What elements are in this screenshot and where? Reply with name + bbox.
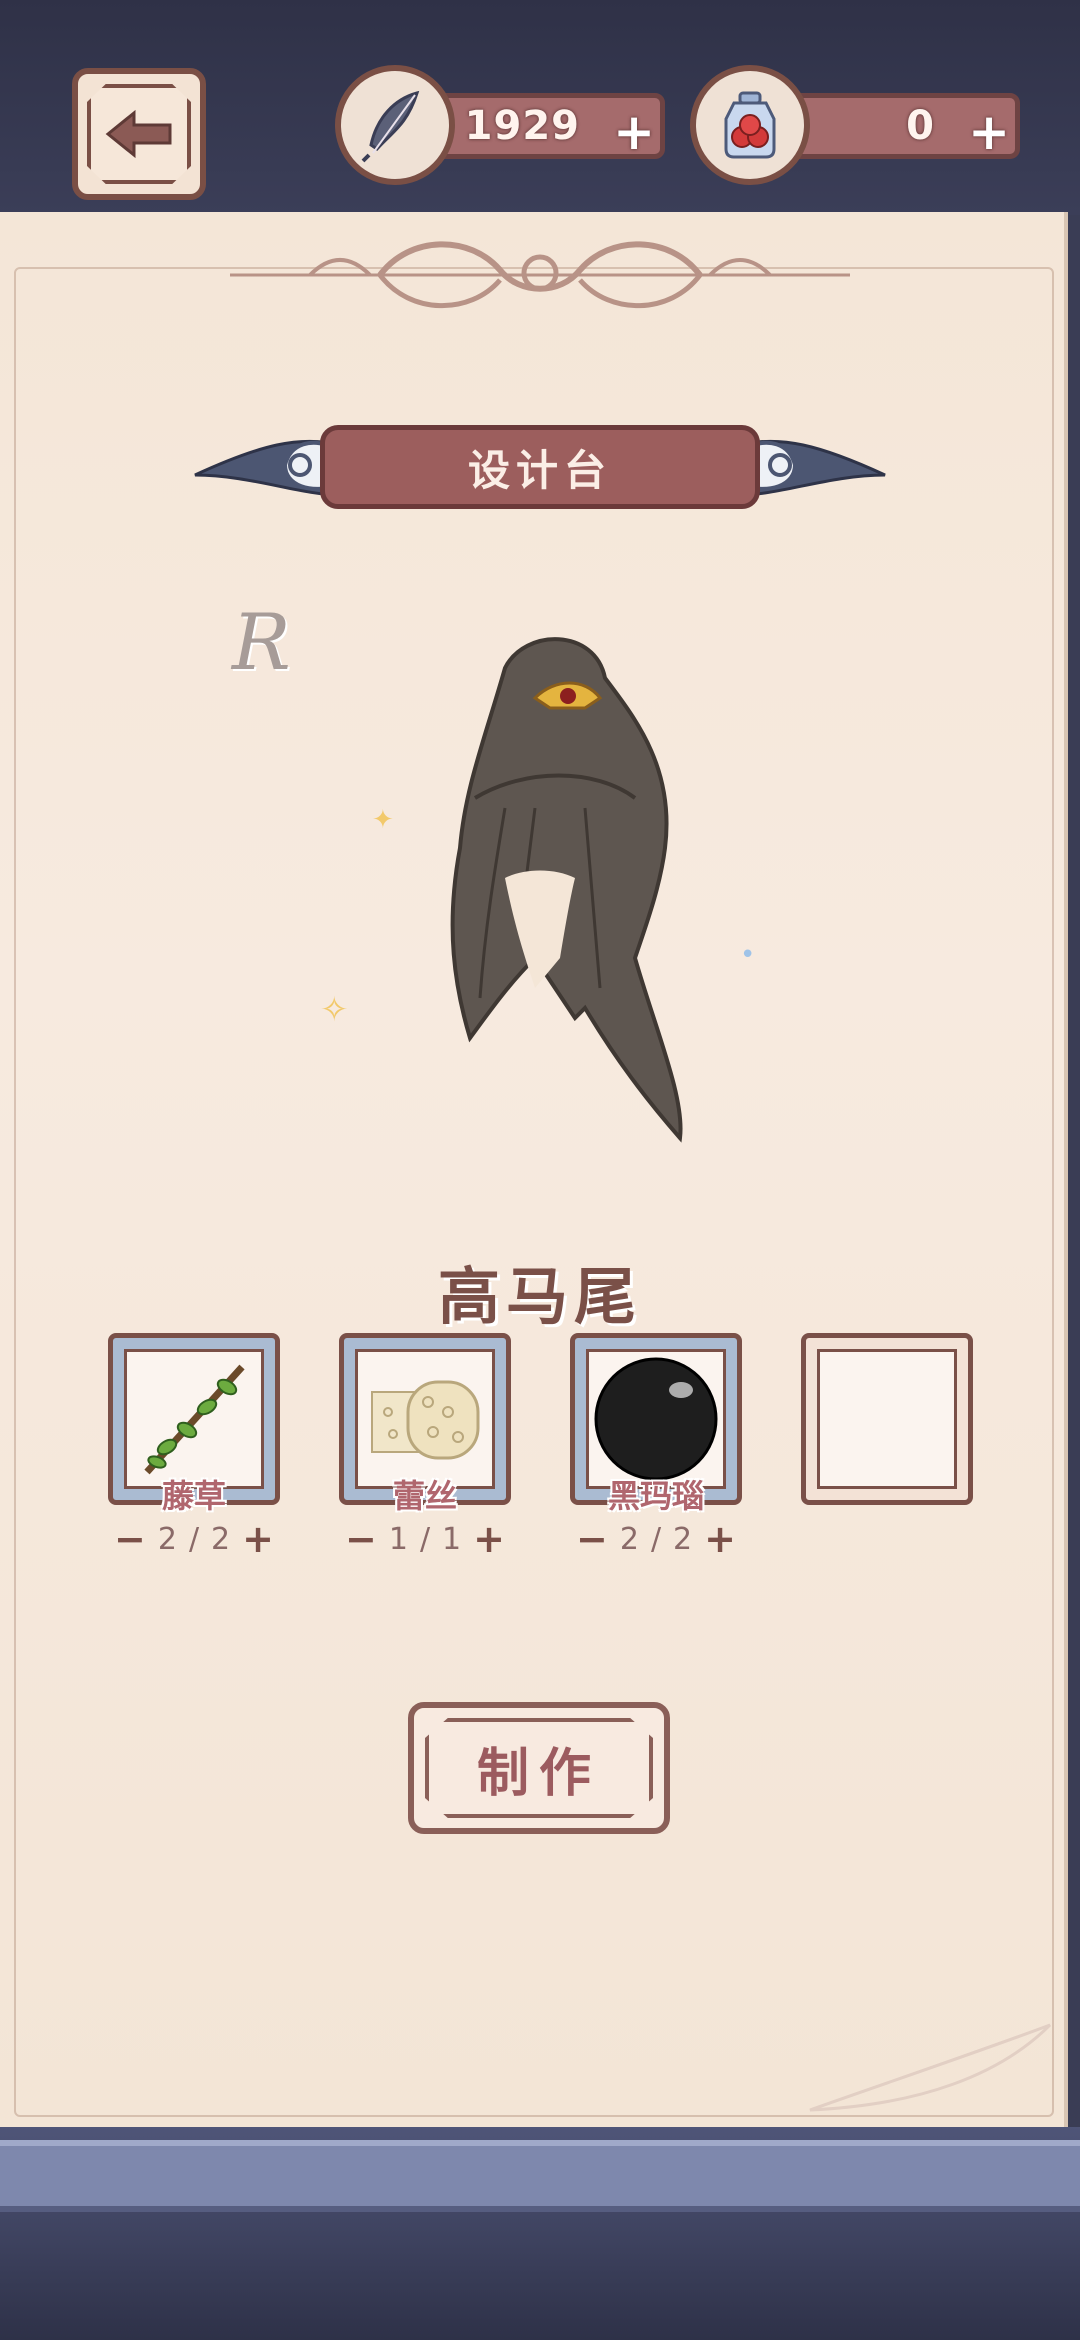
- back-button[interactable]: [72, 68, 206, 200]
- top-ornament: [230, 241, 850, 309]
- right-wing-ornament: [740, 439, 886, 497]
- high-ponytail-hair-icon: [450, 637, 683, 1143]
- material-slot[interactable]: 黑玛瑙 − 2 / 2 +: [570, 1333, 742, 1561]
- material-quantity: − 2 / 2 +: [570, 1517, 742, 1561]
- craft-button-label: 制作: [425, 1718, 653, 1818]
- material-quantity: − 1 / 1 +: [339, 1517, 511, 1561]
- qty-separator: /: [650, 1521, 662, 1557]
- potion-count: 0: [906, 103, 935, 149]
- feather-icon-holder: [335, 65, 455, 185]
- empty-material-slot[interactable]: [801, 1333, 973, 1555]
- qty-separator: /: [419, 1521, 431, 1557]
- material-slots: 藤草 − 2 / 2 + 蕾丝 − 1 / 1 + 黑玛瑙 − 2 / 2 +: [108, 1333, 973, 1563]
- required-count: 2: [673, 1521, 693, 1557]
- potion-icon-holder: [690, 65, 810, 185]
- vine-icon: [144, 1364, 245, 1475]
- arrow-left-icon: [105, 109, 172, 159]
- feather-icon: [361, 90, 420, 163]
- page-title: 设计台: [320, 425, 760, 509]
- stone-ledge: [0, 2140, 1080, 2212]
- feather-resource: 1929 +: [335, 65, 665, 185]
- rarity-badge: R: [232, 598, 291, 688]
- required-count: 1: [442, 1521, 462, 1557]
- material-slot[interactable]: 蕾丝 − 1 / 1 +: [339, 1333, 511, 1561]
- sparkle-icon: ✧: [320, 990, 349, 1030]
- owned-count: 2: [619, 1521, 639, 1557]
- black-agate-icon: [594, 1357, 718, 1481]
- sparkle-icon: ✦: [372, 805, 394, 835]
- feather-count: 1929: [464, 103, 580, 149]
- material-slot-frame: [801, 1333, 973, 1505]
- potion-resource: 0 +: [690, 65, 1020, 185]
- increase-button[interactable]: +: [704, 1517, 736, 1561]
- material-name: 黑玛瑙: [607, 1477, 704, 1515]
- add-potion-button[interactable]: +: [968, 107, 1010, 157]
- owned-count: 2: [157, 1521, 177, 1557]
- lace-icon: [371, 1380, 480, 1460]
- material-name: 藤草: [161, 1477, 226, 1515]
- owned-count: 1: [388, 1521, 408, 1557]
- decrease-button[interactable]: −: [345, 1517, 377, 1561]
- item-name: 高马尾: [437, 1260, 642, 1333]
- add-feather-button[interactable]: +: [613, 107, 655, 157]
- material-quantity: − 2 / 2 +: [108, 1517, 280, 1561]
- increase-button[interactable]: +: [242, 1517, 274, 1561]
- berry-jar-icon: [724, 91, 776, 159]
- material-slot-well: [124, 1349, 264, 1489]
- material-slot-well: [817, 1349, 957, 1489]
- required-count: 2: [211, 1521, 231, 1557]
- increase-button[interactable]: +: [473, 1517, 505, 1561]
- title-banner: 设计台: [190, 415, 890, 525]
- material-slot-well: [586, 1349, 726, 1489]
- qty-separator: /: [188, 1521, 200, 1557]
- material-slot-well: [355, 1349, 495, 1489]
- panel-frame: [14, 267, 1054, 2117]
- material-name: 蕾丝: [392, 1477, 457, 1515]
- left-wing-ornament: [194, 439, 340, 497]
- decrease-button[interactable]: −: [114, 1517, 146, 1561]
- decrease-button[interactable]: −: [576, 1517, 608, 1561]
- back-button-frame: [87, 84, 191, 184]
- material-slot[interactable]: 藤草 − 2 / 2 +: [108, 1333, 280, 1561]
- sparkle-icon: •: [740, 940, 756, 970]
- feather-watermark-icon: [809, 2023, 1052, 2112]
- craft-button[interactable]: 制作: [408, 1702, 670, 1834]
